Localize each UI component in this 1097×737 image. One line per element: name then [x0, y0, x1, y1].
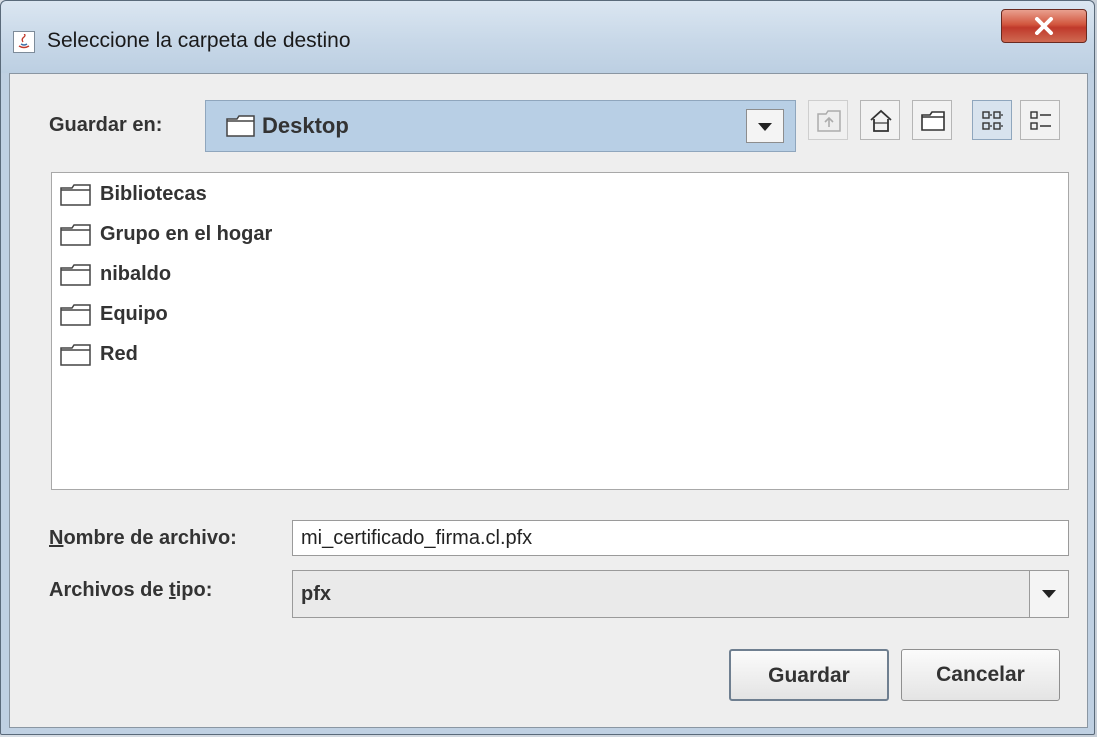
mnemonic-t: t [169, 579, 176, 601]
file-type-value: pfx [301, 583, 331, 605]
look-in-combo[interactable]: Desktop [205, 100, 796, 152]
chevron-down-icon [1042, 590, 1056, 598]
list-item-label: Red [100, 343, 138, 365]
list-view-button[interactable] [972, 100, 1012, 140]
dialog-content: Guardar en: Desktop Bibliotecas Grupo en… [9, 73, 1088, 728]
java-icon [13, 31, 35, 53]
look-in-value: Desktop [262, 113, 349, 138]
cancel-button[interactable]: Cancelar [901, 649, 1060, 701]
up-one-level-icon [817, 110, 841, 132]
list-item-label: Bibliotecas [100, 183, 207, 205]
folder-icon [60, 304, 91, 326]
file-name-label-text: ombre de archivo: [63, 527, 237, 549]
list-item-label: nibaldo [100, 263, 172, 285]
home-button[interactable] [860, 100, 900, 140]
close-button[interactable] [1001, 9, 1087, 43]
new-folder-icon [921, 111, 945, 131]
save-dialog: Seleccione la carpeta de destino Guardar… [0, 0, 1095, 735]
details-view-button[interactable] [1020, 100, 1060, 140]
file-type-label: Archivos de tipo: [49, 579, 212, 602]
folder-icon [60, 264, 91, 286]
mnemonic-n: N [49, 527, 64, 549]
new-folder-button[interactable] [912, 100, 952, 140]
home-icon [870, 109, 892, 132]
file-type-dropdown-button[interactable] [1029, 571, 1068, 617]
details-view-icon [1030, 111, 1051, 130]
folder-icon [226, 115, 255, 137]
close-icon [1035, 17, 1053, 35]
file-list[interactable]: Bibliotecas Grupo en el hogar nibaldo Eq… [51, 172, 1069, 490]
folder-icon [60, 224, 91, 246]
file-type-label-post: ipo: [175, 579, 213, 601]
window-title: Seleccione la carpeta de destino [47, 29, 351, 52]
list-view-icon [982, 111, 1003, 130]
look-in-dropdown-button[interactable] [746, 109, 784, 143]
file-type-label-pre: Archivos de [49, 579, 170, 601]
file-name-label: Nombre de archivo: [49, 527, 237, 550]
save-button[interactable]: Guardar [729, 649, 889, 701]
file-type-combo[interactable]: pfx [292, 570, 1069, 618]
title-bar[interactable]: Seleccione la carpeta de destino [1, 1, 1094, 73]
list-item-label: Equipo [100, 303, 168, 325]
file-name-input[interactable] [292, 520, 1069, 556]
folder-icon [60, 184, 91, 206]
up-one-level-button[interactable] [808, 100, 848, 140]
list-item-label: Grupo en el hogar [100, 223, 273, 245]
look-in-label: Guardar en: [49, 114, 163, 136]
chevron-down-icon [758, 123, 772, 131]
folder-icon [60, 344, 91, 366]
